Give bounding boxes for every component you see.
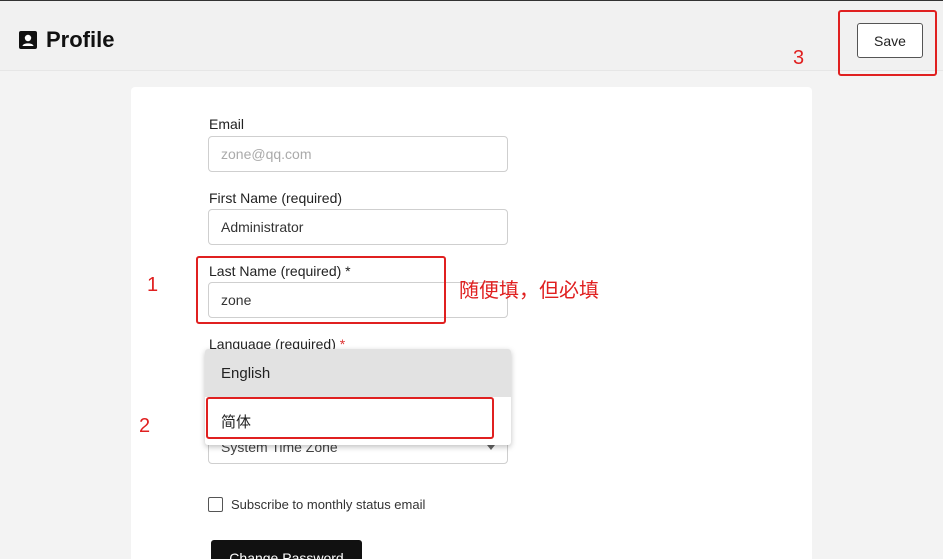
profile-card-icon: [18, 30, 38, 50]
page-title: Profile: [18, 27, 114, 53]
language-option-english[interactable]: English: [205, 349, 511, 397]
annotation-box-language-option: [206, 397, 494, 439]
change-password-button[interactable]: Change Password: [211, 540, 362, 559]
email-field[interactable]: [208, 136, 508, 172]
subscribe-row: Subscribe to monthly status email: [208, 497, 425, 512]
first-name-field[interactable]: [208, 209, 508, 245]
email-label: Email: [209, 116, 245, 132]
subscribe-checkbox[interactable]: [208, 497, 223, 512]
subscribe-label: Subscribe to monthly status email: [231, 497, 426, 512]
annotation-box-save: [838, 10, 937, 76]
chevron-down-icon: [487, 444, 495, 450]
first-name-label: First Name (required): [209, 190, 343, 206]
annotation-note: 随便填，但必填: [459, 280, 599, 302]
annotation-step-2: 2: [139, 415, 151, 437]
annotation-step-3: 3: [793, 47, 805, 69]
annotation-step-1: 1: [147, 274, 159, 296]
annotation-box-last-name: [196, 256, 446, 324]
page-title-text: Profile: [46, 27, 115, 52]
